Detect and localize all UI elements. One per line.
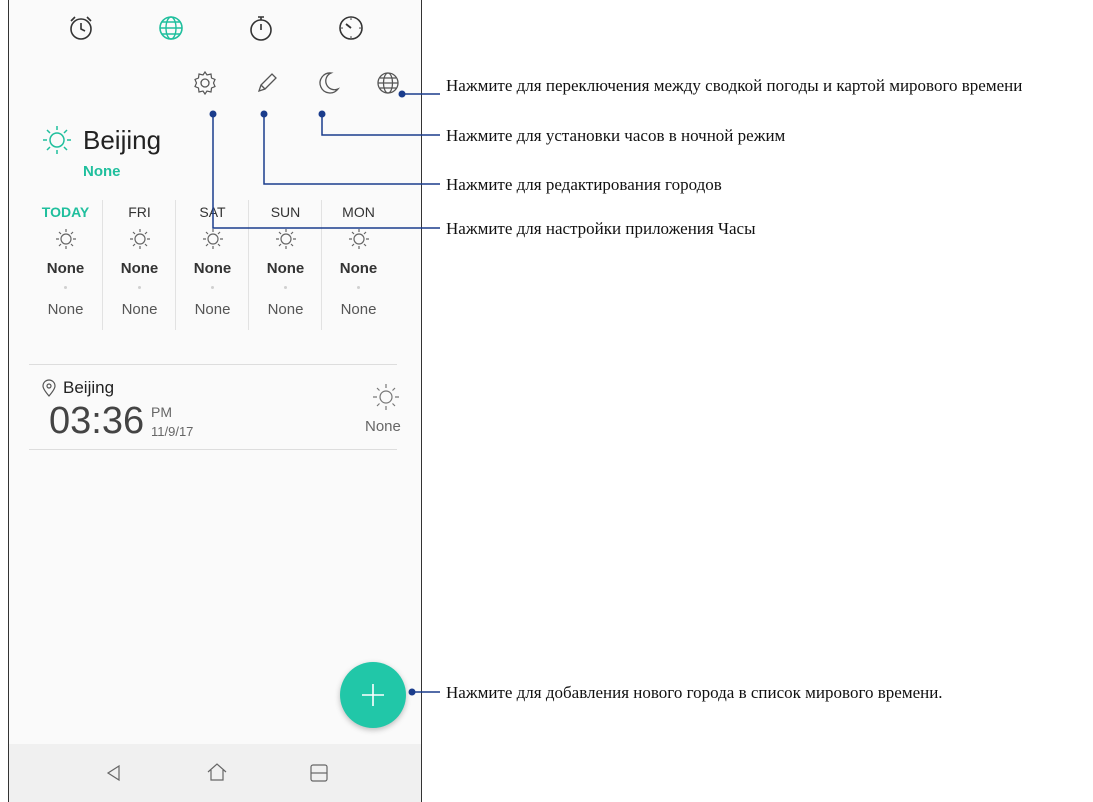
forecast-high: None xyxy=(339,260,378,277)
divider xyxy=(29,364,397,365)
settings-icon[interactable] xyxy=(192,70,218,96)
forecast-day: SAT None None xyxy=(175,200,249,330)
callout-add-city: Нажмите для добавления нового города в с… xyxy=(446,683,943,702)
forecast-day: MON None None xyxy=(321,200,395,330)
forecast-low: None xyxy=(121,301,158,318)
sun-icon xyxy=(43,126,71,154)
separator-dot xyxy=(138,286,141,289)
world-clock-time: 03:36 xyxy=(49,400,145,442)
forecast-day: TODAY None None xyxy=(29,200,102,330)
recents-icon[interactable] xyxy=(309,763,329,783)
sun-icon xyxy=(373,384,399,410)
sun-icon xyxy=(55,229,76,249)
forecast-low: None xyxy=(267,301,304,318)
divider xyxy=(29,449,397,450)
callout-toggle-view: Нажмите для переключения между сводкой п… xyxy=(446,76,1023,95)
forecast-high: None xyxy=(46,260,85,277)
timer-icon[interactable] xyxy=(337,14,365,42)
sun-icon xyxy=(348,229,369,249)
forecast-day-label: SUN xyxy=(270,204,301,220)
forecast-day-label: FRI xyxy=(128,204,151,220)
separator-dot xyxy=(211,286,214,289)
stopwatch-icon[interactable] xyxy=(247,14,275,42)
sun-icon xyxy=(275,229,296,249)
forecast-day: FRI None None xyxy=(102,200,176,330)
alarm-icon[interactable] xyxy=(67,14,95,42)
separator-dot xyxy=(357,286,360,289)
separator-dot xyxy=(284,286,287,289)
moon-icon[interactable] xyxy=(315,70,341,96)
sun-icon xyxy=(202,229,223,249)
back-icon[interactable] xyxy=(105,764,123,782)
forecast-day-label: SAT xyxy=(199,204,226,220)
world-clock-city: Beijing xyxy=(41,378,114,398)
separator-dot xyxy=(64,286,67,289)
callout-edit-cities: Нажмите для редактирования городов xyxy=(446,175,722,194)
plus-icon xyxy=(362,684,384,706)
weather-city-header: Beijing xyxy=(41,124,161,156)
forecast-grid: TODAY None None FRI None None SAT None N… xyxy=(29,200,394,330)
globe-icon[interactable] xyxy=(375,70,401,96)
forecast-day-label: TODAY xyxy=(41,204,90,220)
tab-world-clock[interactable] xyxy=(157,14,185,42)
forecast-high: None xyxy=(120,260,159,277)
forecast-day-label: MON xyxy=(342,204,375,220)
forecast-low: None xyxy=(47,301,84,318)
world-clock-ampm: PM xyxy=(151,404,172,420)
weather-city-name: Beijing xyxy=(83,124,162,155)
navigation-bar xyxy=(9,744,421,802)
forecast-low: None xyxy=(194,301,231,318)
home-icon[interactable] xyxy=(206,762,228,782)
world-clock-date: 11/9/17 xyxy=(151,424,194,439)
add-city-button[interactable] xyxy=(340,662,406,728)
pencil-icon[interactable] xyxy=(254,70,280,96)
world-clock-weather: None xyxy=(365,418,401,435)
forecast-day: SUN None None xyxy=(248,200,322,330)
forecast-high: None xyxy=(193,260,232,277)
phone-screen: Beijing None TODAY None None FRI None No… xyxy=(8,0,422,802)
forecast-low: None xyxy=(340,301,377,318)
callout-night-mode: Нажмите для установки часов в ночной реж… xyxy=(446,126,786,145)
forecast-high: None xyxy=(266,260,305,277)
location-pin-icon xyxy=(42,379,56,397)
callout-settings: Нажмите для настройки приложения Часы xyxy=(446,219,756,238)
world-clock-city-name: Beijing xyxy=(63,378,115,397)
weather-condition: None xyxy=(83,163,121,180)
sun-icon xyxy=(129,229,150,249)
